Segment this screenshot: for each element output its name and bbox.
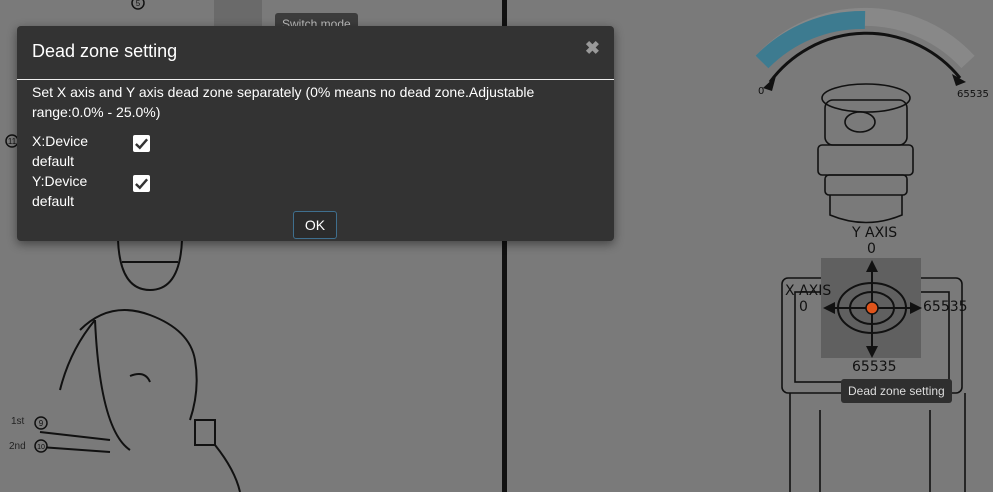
gauge-min-label: 0 xyxy=(758,86,765,97)
gauge-fill xyxy=(755,10,866,69)
stage-2nd-label: 2nd xyxy=(9,441,26,452)
svg-text:9: 9 xyxy=(39,419,44,428)
svg-text:5: 5 xyxy=(136,0,141,8)
checkmark-icon xyxy=(135,178,149,190)
x-axis-label: X AXIS xyxy=(785,283,832,299)
dialog-description: Set X axis and Y axis dead zone separate… xyxy=(32,84,535,120)
y-device-default-checkbox[interactable] xyxy=(133,175,150,192)
stick-indicator xyxy=(865,301,879,315)
close-icon[interactable]: ✖ xyxy=(585,38,600,59)
dead-zone-dialog: Dead zone setting ✖ Set X axis and Y axi… xyxy=(17,26,614,241)
badge-10: 10 xyxy=(34,439,48,453)
svg-text:11: 11 xyxy=(8,137,17,146)
badge-5: 5 xyxy=(131,0,145,10)
gauge-max-label: 65535 xyxy=(957,89,989,100)
y-axis-label: Y AXIS xyxy=(852,225,898,241)
dialog-title: Dead zone setting xyxy=(32,41,178,61)
dialog-separator xyxy=(17,79,614,80)
svg-text:10: 10 xyxy=(37,444,45,451)
checkmark-icon xyxy=(135,138,149,150)
x-axis-left-value: 0 xyxy=(799,299,808,315)
badge-9: 9 xyxy=(34,416,48,430)
switch-mode-icon xyxy=(214,0,262,26)
x-axis-right-value: 65535 xyxy=(923,299,968,315)
y-axis-bottom-value: 65535 xyxy=(852,359,897,375)
y-axis-top-value: 0 xyxy=(867,241,876,257)
y-device-default-label: Y:Device default xyxy=(32,173,88,209)
x-device-default-label: X:Device default xyxy=(32,133,89,169)
ok-button[interactable]: OK xyxy=(293,211,337,239)
x-device-default-checkbox[interactable] xyxy=(133,135,150,152)
stage-1st-label: 1st xyxy=(11,416,25,427)
dead-zone-tooltip[interactable]: Dead zone setting xyxy=(841,379,952,403)
